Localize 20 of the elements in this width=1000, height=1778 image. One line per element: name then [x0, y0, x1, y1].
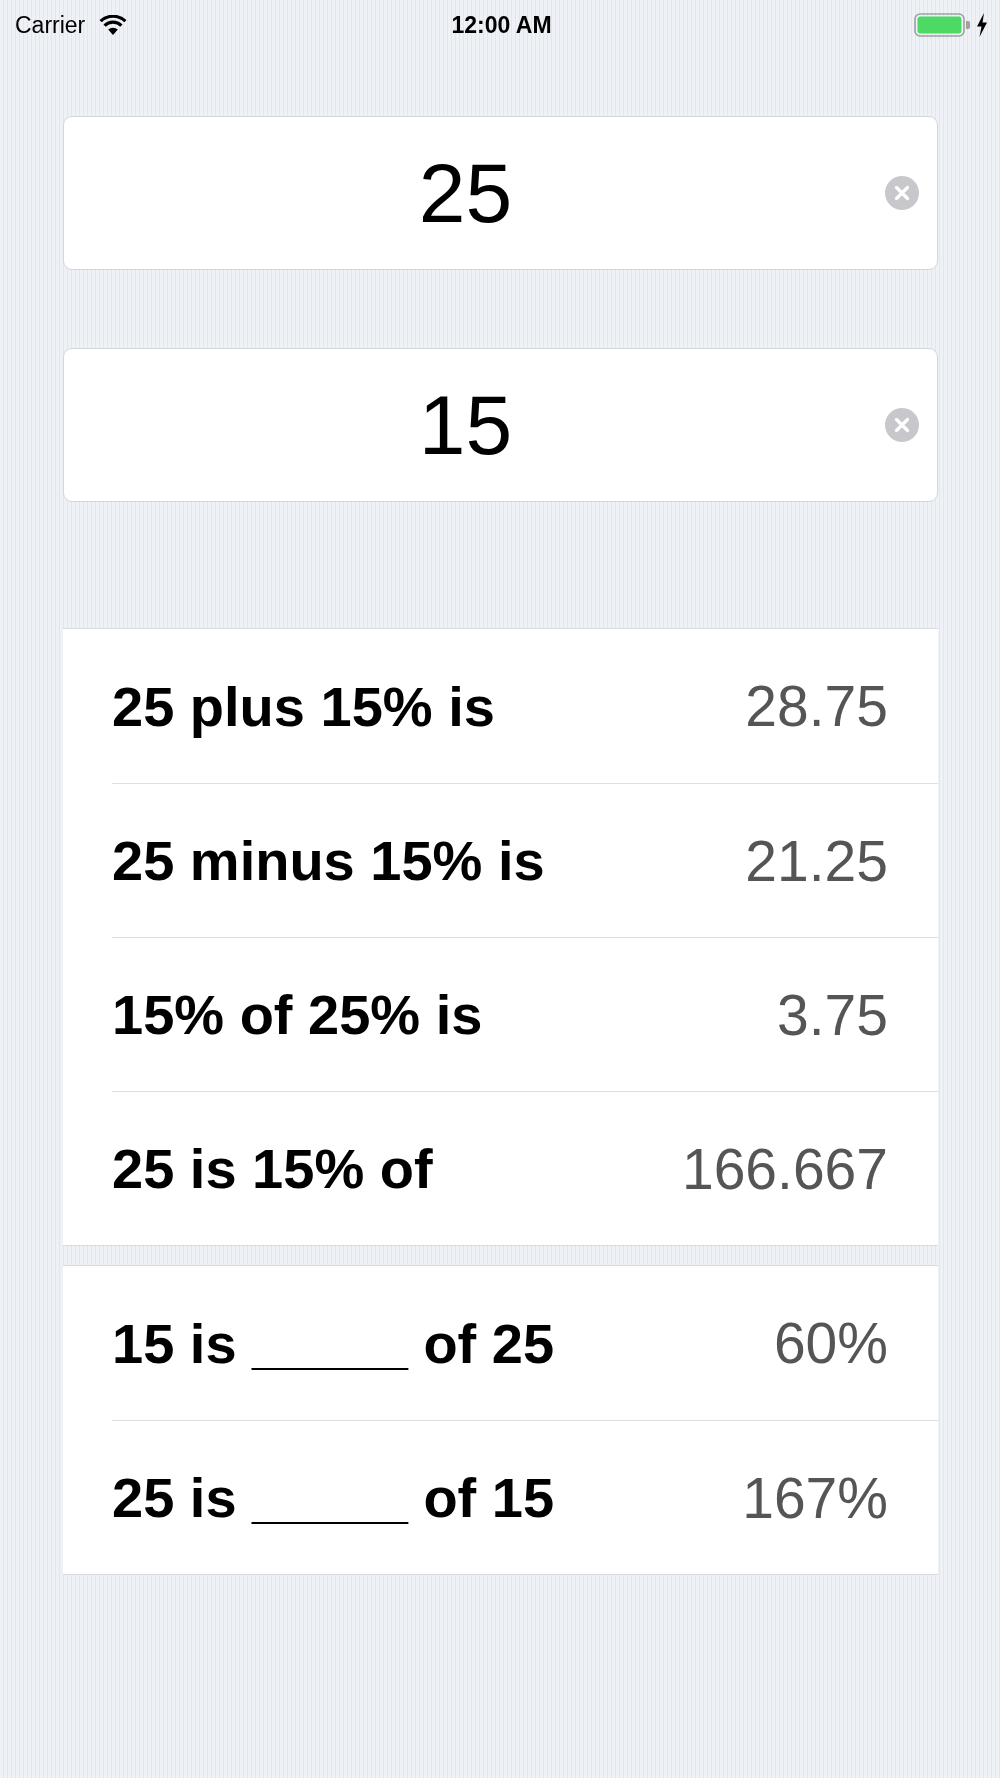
- number-input-field[interactable]: 15: [63, 348, 938, 502]
- result-label: 25 is _____ of 15: [112, 1465, 555, 1530]
- result-label: 15% of 25% is: [112, 982, 483, 1047]
- result-value: 167%: [742, 1464, 888, 1531]
- battery-icon: [914, 13, 970, 37]
- result-value: 28.75: [745, 673, 888, 739]
- clock-time: 12:00 AM: [451, 11, 552, 39]
- result-label: 15 is _____ of 25: [112, 1310, 555, 1376]
- result-value: 21.25: [745, 827, 888, 894]
- carrier-name: Carrier: [15, 11, 86, 39]
- result-label: 25 plus 15% is: [112, 673, 495, 739]
- wifi-icon: [99, 15, 128, 35]
- clear-icon[interactable]: [885, 408, 919, 442]
- number-input-field[interactable]: 25: [63, 116, 938, 270]
- result-label: 25 minus 15% is: [112, 828, 545, 893]
- clear-icon[interactable]: [885, 176, 919, 210]
- result-value: 166.667: [681, 1135, 888, 1202]
- result-value: 60%: [773, 1310, 888, 1376]
- result-value: 3.75: [777, 981, 888, 1048]
- result-label: 25 is 15% of: [112, 1136, 433, 1201]
